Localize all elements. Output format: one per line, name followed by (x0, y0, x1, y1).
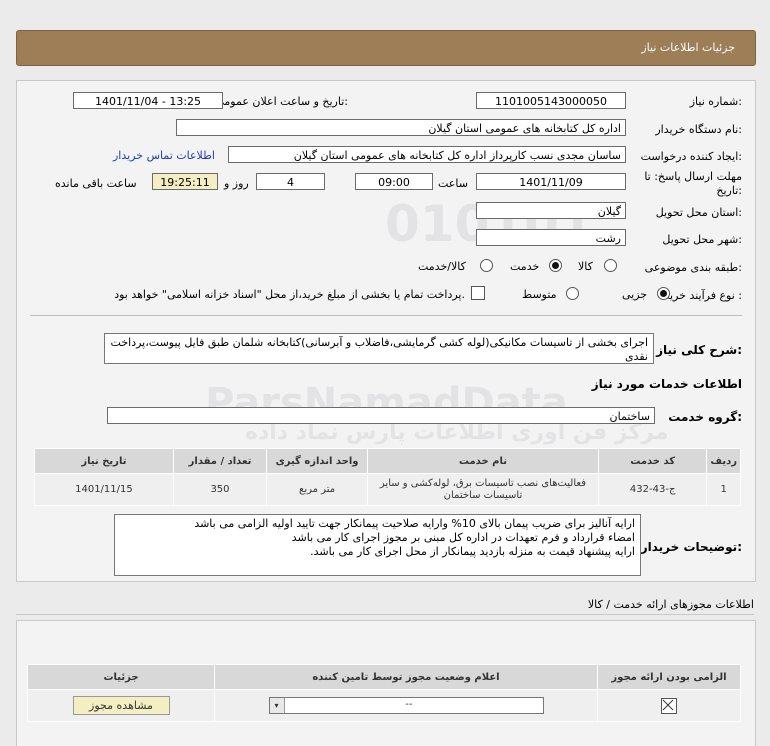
process-type-label: نوع فرآیند خرید : (664, 289, 742, 302)
buyer-notes-line-2: امضاء قرارداد و فرم تعهدات در اداره کل م… (291, 531, 635, 544)
process-partial-radio[interactable] (657, 287, 670, 300)
cell-name: فعالیت‌های نصب تاسیسات برق، لوله‌کشی و س… (366, 473, 599, 506)
days-field: 4 (256, 173, 325, 190)
creator-field: ساسان مجدی نسب کارپرداز اداره کل کتابخان… (228, 146, 626, 163)
divider (30, 315, 742, 316)
deadline-date-label: تاریخ: (716, 184, 742, 197)
deadline-date-field: 1401/11/09 (476, 173, 626, 190)
category-goods-label: کالا (578, 260, 593, 273)
table-row: 1 ج-43-432 فعالیت‌های نصب تاسیسات برق، ل… (34, 473, 741, 506)
remaining-time-field: 19:25:11 (152, 173, 218, 190)
services-section-title: اطلاعات خدمات مورد نیاز (591, 377, 742, 391)
col-row: ردیف (706, 448, 741, 474)
col-qty: تعداد / مقدار (172, 448, 268, 474)
buyer-org-label: نام دستگاه خریدار: (655, 123, 742, 136)
service-group-label: گروه خدمت: (668, 410, 742, 424)
buyer-notes-label: توضیحات خریدار: (640, 540, 742, 554)
days-label: روز و (224, 177, 249, 190)
buyer-notes-line-1: ارایه آنالیز برای ضریب پیمان بالای 10% و… (194, 517, 635, 530)
need-number-field: 1101005143000050 (476, 92, 626, 109)
col-unit: واحد اندازه گیری (266, 448, 368, 474)
services-table-header: ردیف کد خدمت نام خدمت واحد اندازه گیری ت… (34, 448, 741, 474)
need-number-label: شماره نیاز: (689, 95, 742, 108)
permits-table-header: الزامی بودن ارائه مجوز اعلام وضعیت مجوز … (27, 664, 741, 690)
view-permit-button[interactable]: مشاهده مجوز (72, 696, 170, 715)
category-goods-service-radio[interactable] (480, 259, 493, 272)
province-field: گیلان (476, 202, 626, 219)
treasury-payment-checkbox[interactable] (471, 286, 485, 300)
permit-status-select[interactable]: -- ▾ (268, 697, 544, 714)
treasury-payment-note: پرداخت تمام یا بخشی از مبلغ خرید،از محل … (114, 288, 465, 301)
service-group-field: ساختمان (107, 407, 655, 424)
col-permit-required: الزامی بودن ارائه مجوز (597, 664, 741, 690)
cell-permit-required (597, 689, 741, 722)
remaining-label: ساعت باقی مانده (55, 177, 137, 190)
announce-field: 1401/11/04 - 13:25 (73, 92, 223, 109)
permits-table: الزامی بودن ارائه مجوز اعلام وضعیت مجوز … (27, 664, 741, 722)
permits-section-title: اطلاعات مجوزهای ارائه خدمت / کالا (587, 598, 754, 611)
col-permit-status: اعلام وضعیت مجوز توسط تامین کننده (214, 664, 598, 690)
cell-code: ج-43-432 (597, 473, 708, 506)
category-service-label: خدمت (510, 260, 540, 273)
category-goods-radio[interactable] (604, 259, 617, 272)
col-name: نام خدمت (366, 448, 599, 474)
cell-date: 1401/11/15 (34, 473, 174, 506)
deadline-time-label: ساعت (438, 177, 468, 190)
cell-row: 1 (706, 473, 741, 506)
deadline-label: مهلت ارسال پاسخ: تا (644, 170, 742, 183)
page-header: جزئیات اطلاعات نیاز (16, 30, 756, 66)
category-label: طبقه بندی موضوعی: (644, 261, 742, 274)
cross-icon (662, 699, 674, 710)
cell-permit-details: مشاهده مجوز (27, 689, 215, 722)
process-medium-label: متوسط (522, 288, 557, 301)
city-field: رشت (476, 229, 626, 246)
permits-divider (16, 614, 754, 615)
table-row: -- ▾ مشاهده مجوز (27, 689, 741, 722)
page-title: جزئیات اطلاعات نیاز (641, 41, 735, 54)
announce-label: تاریخ و ساعت اعلان عمومی: (215, 95, 348, 108)
buyer-notes-box: ارایه آنالیز برای ضریب پیمان بالای 10% و… (114, 514, 641, 576)
col-code: کد خدمت (597, 448, 708, 474)
dropdown-arrow-icon[interactable]: ▾ (269, 698, 285, 713)
category-service-radio[interactable] (549, 259, 562, 272)
category-goods-service-label: کالا/خدمت (418, 260, 466, 273)
services-table: ردیف کد خدمت نام خدمت واحد اندازه گیری ت… (34, 448, 741, 506)
permit-required-checkbox (661, 697, 677, 714)
deadline-time-field: 09:00 (355, 173, 433, 190)
process-medium-radio[interactable] (566, 287, 579, 300)
cell-unit: متر مربع (266, 473, 368, 506)
creator-label: ایجاد کننده درخواست: (640, 150, 742, 163)
col-permit-details: جزئیات (27, 664, 215, 690)
buyer-org-field: اداره کل کتابخانه های عمومی استان گیلان (176, 119, 626, 136)
process-partial-label: جزیی (622, 288, 648, 301)
buyer-notes-line-3: ارایه پیشنهاد قیمت به منزله بازدید پیمان… (310, 545, 635, 558)
summary-label: شرح کلی نیاز: (656, 343, 742, 357)
cell-permit-status: -- ▾ (214, 689, 598, 722)
buyer-contact-link[interactable]: اطلاعات تماس خریدار (113, 149, 215, 162)
city-label: شهر محل تحویل: (662, 233, 742, 246)
cell-qty: 350 (172, 473, 268, 506)
col-date: تاریخ نیاز (34, 448, 174, 474)
permit-status-value: -- (405, 699, 413, 710)
province-label: استان محل تحویل: (655, 206, 742, 219)
summary-text: اجرای بخشی از تاسیسات مکانیکی(لوله کشی گ… (104, 333, 654, 364)
